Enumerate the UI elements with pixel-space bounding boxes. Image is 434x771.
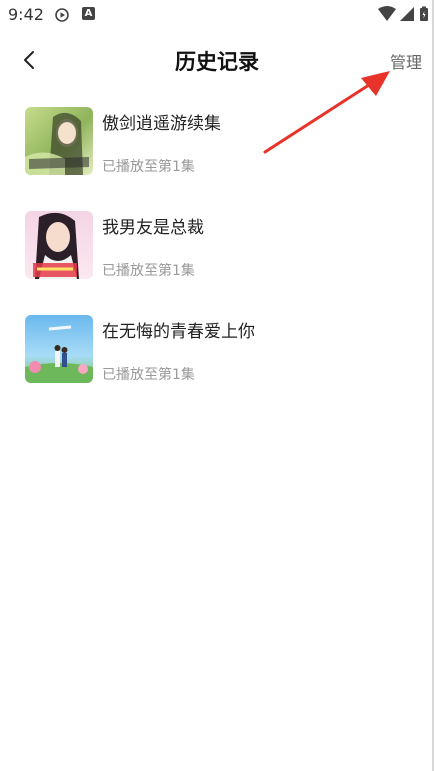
signal-icon (400, 7, 414, 21)
history-list: 傲剑逍遥游续集 已播放至第1集 我男友是总裁 已播放至第1集 在无悔的青春爱上你… (0, 104, 434, 416)
play-circle-icon (55, 7, 69, 22)
back-button[interactable] (18, 48, 42, 72)
manage-button[interactable]: 管理 (390, 49, 422, 73)
battery-icon (420, 6, 428, 21)
status-bar: 9:42 A (0, 0, 434, 30)
item-progress: 已播放至第1集 (102, 263, 195, 279)
wifi-icon (378, 6, 396, 21)
item-progress: 已播放至第1集 (102, 159, 195, 175)
status-indicators (378, 6, 430, 22)
cover-thumbnail (25, 315, 93, 383)
cover-thumbnail (25, 211, 93, 279)
status-time: 9:42 (8, 5, 44, 24)
history-item[interactable]: 在无悔的青春爱上你 已播放至第1集 (0, 312, 434, 416)
item-title: 傲剑逍遥游续集 (102, 114, 221, 134)
page-title: 历史记录 (175, 50, 259, 74)
item-title: 我男友是总裁 (102, 218, 204, 238)
cover-thumbnail (25, 107, 93, 175)
history-item[interactable]: 傲剑逍遥游续集 已播放至第1集 (0, 104, 434, 208)
header: 历史记录 管理 (0, 38, 434, 82)
a-icon: A (82, 7, 95, 20)
history-item[interactable]: 我男友是总裁 已播放至第1集 (0, 208, 434, 312)
item-title: 在无悔的青春爱上你 (102, 322, 255, 342)
item-progress: 已播放至第1集 (102, 367, 195, 383)
chevron-left-icon (24, 51, 34, 69)
